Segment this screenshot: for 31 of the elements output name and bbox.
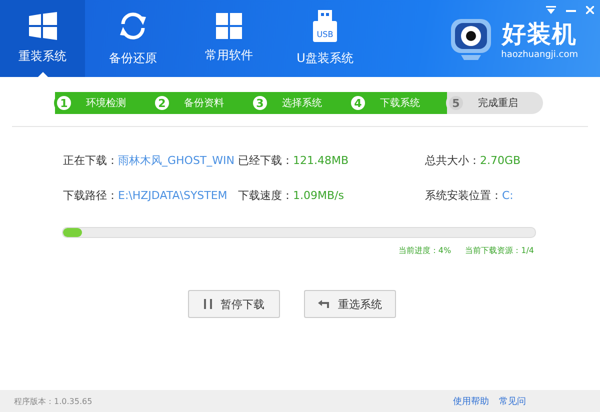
pause-icon <box>204 299 212 309</box>
step-item: 3 选择系统 <box>251 92 349 114</box>
footer-link[interactable]: 常见问 <box>499 394 526 408</box>
info-text: 系统安装位置：C: <box>425 188 514 203</box>
nav-tab[interactable]: 重装系统 <box>0 0 85 77</box>
progress-text: 当前进度：4% <box>398 245 452 256</box>
nav-tab[interactable]: 备份还原 <box>85 0 181 77</box>
source-text: 当前下载资源：1/4 <box>465 245 534 256</box>
sync-icon <box>117 10 149 42</box>
brand-url: haozhuangji.com <box>501 50 578 60</box>
brand-name: 好装机 <box>502 18 578 50</box>
nav-tab[interactable]: USB U盘装系统 <box>277 0 373 77</box>
return-arrow-icon <box>318 300 329 308</box>
info-text: 已经下载：121.48MB <box>238 153 350 168</box>
info-text: 下载速度：1.09MB/s <box>238 188 345 203</box>
close-icon[interactable] <box>586 6 594 14</box>
reselect-button[interactable]: 重选系统 <box>304 290 396 318</box>
info-text: 正在下载：雨林木风_GHOST_WIN <box>63 153 236 168</box>
nav-tab[interactable]: 常用软件 <box>181 0 277 77</box>
pause-button[interactable]: 暂停下载 <box>188 290 280 318</box>
version-text: 程序版本：1.0.35.65 <box>14 396 92 406</box>
menu-icon[interactable] <box>546 6 556 14</box>
footer-link[interactable]: 使用帮助 <box>453 394 489 408</box>
windows-icon <box>28 12 56 40</box>
info-text: 下载路径：E:\HZJDATA\SYSTEM <box>63 188 228 203</box>
grid-icon <box>216 13 242 39</box>
info-text: 总共大小：2.70GB <box>425 153 522 168</box>
step-item: 4 下载系统 <box>349 92 447 114</box>
step-item: 1 环境检测 <box>55 92 153 114</box>
step-item: 2 备份资料 <box>153 92 251 114</box>
step-item: 5 完成重启 <box>447 92 543 114</box>
